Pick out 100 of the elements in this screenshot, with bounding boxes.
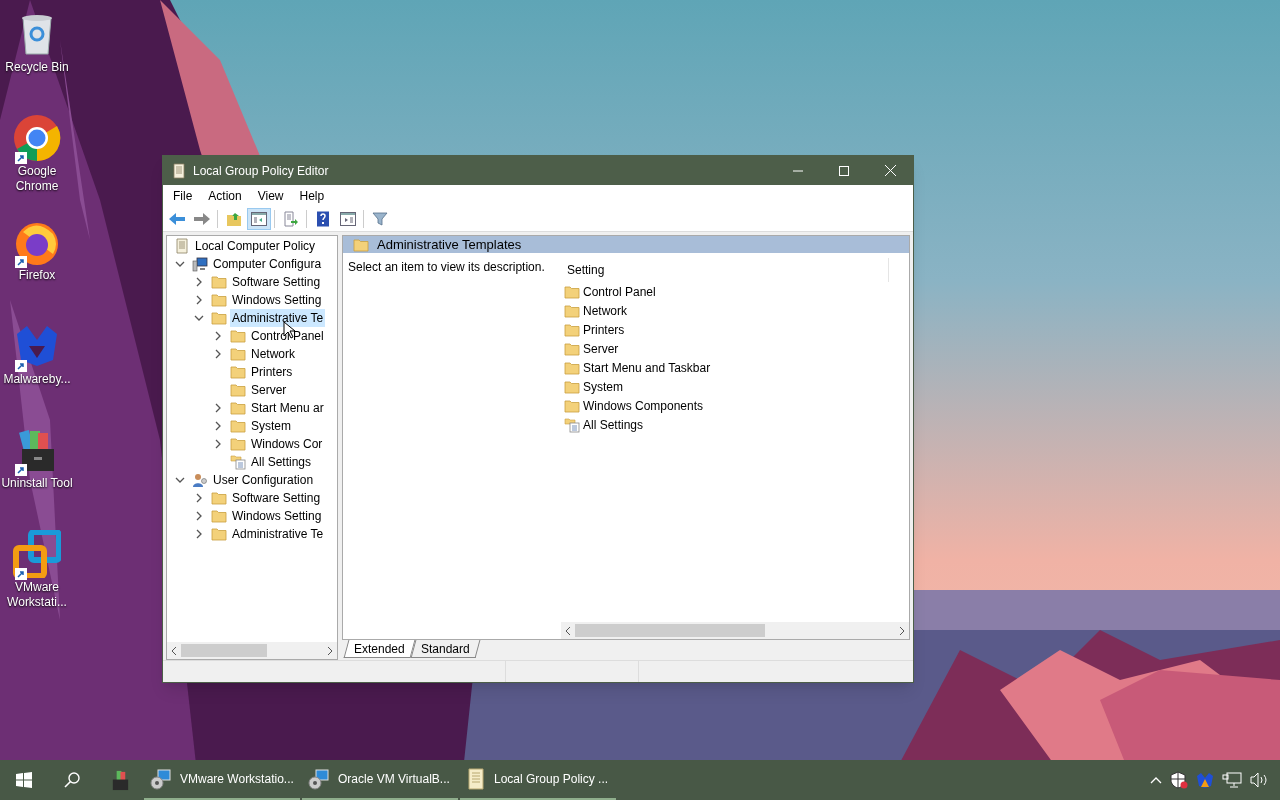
scroll-document-icon [174,238,190,254]
shortcut-arrow-icon [15,152,27,164]
window-title: Local Group Policy Editor [193,162,330,180]
forward-arrow-icon [193,212,211,226]
menu-item[interactable]: Action [200,187,250,205]
shortcut-arrow-icon [15,360,27,372]
vm-monitor-icon [308,768,330,790]
menu-item[interactable]: View [249,187,292,205]
list-item[interactable]: All Settings [583,415,644,434]
folder-icon [230,401,246,415]
horizontal-scrollbar[interactable] [167,642,337,659]
export-list-icon [283,211,299,227]
scroll-document-icon [171,162,187,179]
settings-list-icon [564,416,580,433]
list-item[interactable]: Server [583,339,619,358]
taskbar-app-button[interactable]: Oracle VM VirtualB... [302,760,458,800]
view-tab[interactable]: Extended [343,640,416,658]
tree-pane-icon [251,212,267,226]
tree-item[interactable]: Software Setting [230,273,323,291]
users-icon [192,472,208,488]
chevron-down-icon[interactable] [175,475,185,485]
folder-icon [564,341,580,356]
tree-item[interactable]: Windows Setting [230,507,324,525]
windows-logo-icon [16,772,32,788]
filter-icon [372,211,388,227]
computer-icon [192,256,208,272]
menu-item[interactable]: File [165,187,201,205]
tree-item[interactable]: Network [249,345,297,363]
folder-icon [211,311,227,325]
tree-item[interactable]: Software Setting [230,489,323,507]
shield-icon[interactable] [1170,771,1188,789]
shortcut-arrow-icon [15,464,27,476]
settings-list-icon [230,454,246,470]
description-text: Select an item to view its description. [348,260,545,274]
action-pane-icon [340,212,356,226]
folder-icon [564,303,580,318]
folder-icon [211,527,227,541]
folder-up-icon [226,211,242,227]
menu-item[interactable]: Help [291,187,333,205]
view-tab[interactable]: Standard [410,640,480,658]
scroll-document-icon [466,768,486,790]
list-item[interactable]: Printers [583,320,625,339]
tree-item[interactable]: System [249,417,293,435]
folder-icon [230,329,246,343]
desktop-icon-label[interactable]: Recycle Bin [0,60,74,75]
back-arrow-icon [168,212,186,226]
chevron-down-icon[interactable] [175,259,185,269]
folder-icon [230,419,246,433]
folder-icon [230,383,246,397]
malwarebytes-icon[interactable] [1196,772,1214,788]
list-item[interactable]: Network [583,301,627,320]
folder-icon [564,284,580,299]
folder-icon [564,379,580,394]
close-icon [884,165,896,176]
desktop-icon-label[interactable]: Malwareby... [0,372,74,387]
vmware-icon [13,530,61,578]
folder-icon [211,509,227,523]
speaker-icon[interactable] [1250,772,1270,788]
chrome-icon [13,114,61,162]
taskbar-app-button[interactable]: VMware Workstatio... [144,760,300,800]
tree-item[interactable]: All Settings [249,453,314,471]
chevron-up-icon[interactable] [1150,776,1162,784]
shortcut-arrow-icon [15,256,27,268]
list-item[interactable]: Windows Components [583,396,704,415]
folder-icon [564,360,580,375]
tree-item[interactable]: Server [249,381,289,399]
tree-item[interactable]: Administrative Te [230,309,326,327]
desktop-icon-label[interactable]: VMware Workstati... [0,580,74,610]
desktop-icon-label[interactable]: Uninstall Tool [0,476,74,491]
toolbar-button[interactable] [247,208,271,230]
maximize-icon [839,165,849,176]
help-icon [316,211,330,227]
tree-item[interactable]: Control Panel [249,327,326,345]
list-item[interactable]: Control Panel [583,282,656,301]
tree-item[interactable]: Windows Setting [230,291,324,309]
folder-icon [230,347,246,361]
folder-icon [230,365,246,379]
search-icon [63,771,81,789]
tree-item[interactable]: Start Menu ar [249,399,326,417]
tree-item[interactable]: Computer Configura [211,255,324,273]
tree-item[interactable]: Administrative Te [230,525,326,543]
tree-item[interactable]: Windows Cor [249,435,325,453]
desktop-icon-label[interactable]: Google Chrome [0,164,74,194]
folder-icon [211,275,227,289]
shortcut-arrow-icon [15,568,27,580]
column-header[interactable]: Setting [567,261,605,279]
folder-icon [564,398,580,413]
tree-item[interactable]: Printers [249,363,295,381]
list-item[interactable]: Start Menu and Taskbar [583,358,711,377]
desktop-icon-label[interactable]: Firefox [0,268,74,283]
list-item[interactable]: System [583,377,623,396]
tree-item[interactable]: User Configuration [211,471,316,489]
folder-icon [353,237,369,252]
network-icon[interactable] [1222,772,1242,788]
chevron-down-icon[interactable] [194,313,204,323]
vm-monitor-icon [150,768,172,790]
horizontal-scrollbar[interactable] [561,622,909,639]
tree-item[interactable]: Local Computer Policy [193,237,318,255]
taskbar-app-button[interactable]: Local Group Policy ... [460,760,616,800]
pane-title: Administrative Templates [377,235,522,254]
